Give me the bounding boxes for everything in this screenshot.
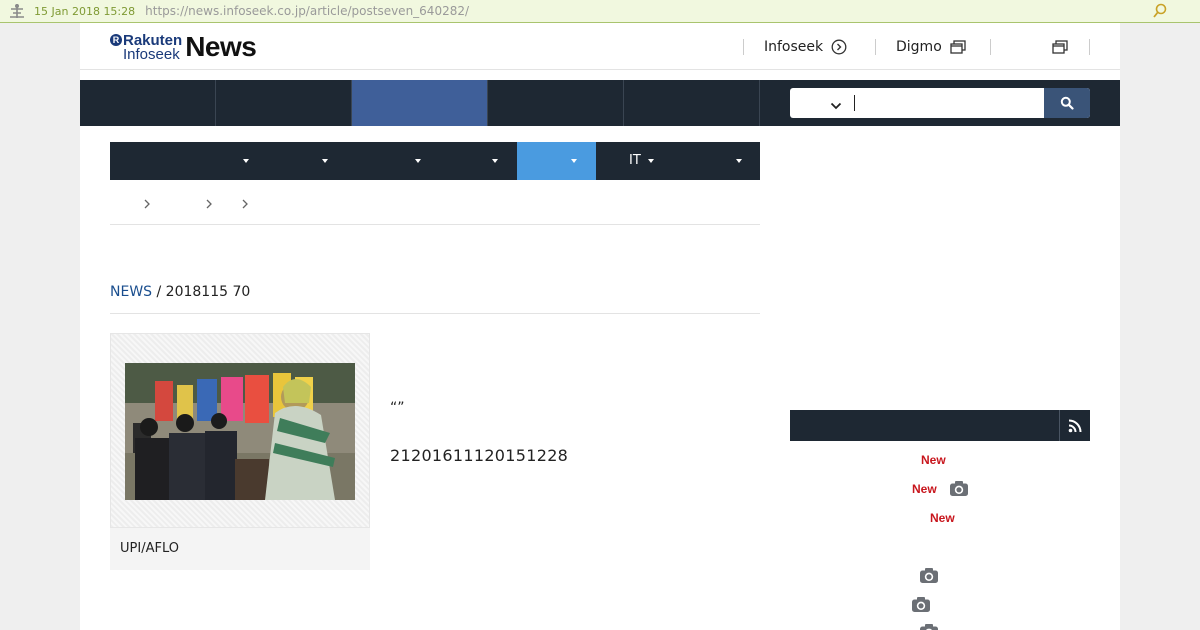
external-link[interactable] — [1052, 39, 1068, 55]
site-header: R Rakuten Infoseek News Infoseek Digmo — [80, 23, 1120, 70]
site-logo[interactable]: R Rakuten Infoseek News — [110, 31, 257, 63]
subnav-item[interactable] — [110, 142, 260, 180]
subnav-it-label[interactable]: IT — [629, 153, 641, 168]
dropdown-triangle-icon — [322, 159, 328, 163]
nav-tab[interactable] — [216, 80, 352, 126]
new-badge: New — [921, 453, 946, 467]
brand-news: News — [185, 31, 257, 62]
infoseek-link-label: Infoseek — [764, 39, 824, 55]
external-window-icon — [1052, 40, 1068, 54]
nav-tab[interactable] — [488, 80, 624, 126]
search-category-select[interactable] — [830, 96, 842, 115]
brand-infoseek: Infoseek — [123, 45, 180, 63]
nav-tab-active[interactable] — [352, 80, 488, 126]
search-button[interactable] — [1044, 88, 1090, 118]
infoseek-link[interactable]: Infoseek — [764, 39, 847, 55]
search-icon — [1060, 96, 1074, 110]
article-photo-box: UPI/AFLO — [110, 333, 370, 570]
new-badge: New — [930, 511, 955, 525]
nav-tab[interactable] — [624, 80, 760, 126]
dropdown-triangle-icon — [648, 159, 654, 163]
dropdown-triangle-icon — [243, 159, 249, 163]
page: R Rakuten Infoseek News Infoseek Digmo I… — [80, 23, 1120, 630]
digmo-link[interactable]: Digmo — [896, 39, 966, 55]
camera-icon — [919, 567, 939, 588]
nav-tab[interactable] — [80, 80, 216, 126]
camera-icon — [919, 623, 939, 630]
sidebar-ranking-header — [790, 410, 1090, 441]
subnav-item-active[interactable] — [517, 142, 596, 180]
article-date: / 2018115 70 — [152, 284, 251, 300]
archive-logo-icon[interactable] — [0, 3, 34, 19]
archive-toolbar: 15 Jan 2018 15:28 https://news.infoseek.… — [0, 0, 1200, 23]
breadcrumb-chevron-icon — [241, 198, 249, 214]
pin-icon[interactable] — [1152, 3, 1168, 23]
article-photo[interactable] — [125, 363, 355, 500]
camera-icon — [911, 596, 931, 617]
rss-icon[interactable] — [1059, 410, 1090, 441]
article-meta: NEWS / 2018115 70 — [110, 284, 250, 300]
search-input[interactable] — [860, 88, 1040, 118]
new-badge: New — [912, 482, 937, 496]
subnav-item[interactable] — [339, 142, 421, 180]
dropdown-triangle-icon — [492, 159, 498, 163]
external-window-icon — [950, 40, 966, 54]
circle-arrow-icon — [831, 39, 847, 55]
dropdown-triangle-icon[interactable] — [736, 159, 742, 163]
breadcrumb-chevron-icon — [205, 198, 213, 214]
breadcrumb-chevron-icon — [143, 198, 151, 214]
header-divider — [1089, 39, 1090, 55]
subnav-item[interactable] — [418, 142, 498, 180]
chevron-down-icon — [830, 102, 842, 110]
header-divider — [875, 39, 876, 55]
divider — [110, 313, 760, 314]
digmo-link-label: Digmo — [896, 39, 942, 55]
main-nav — [80, 80, 1120, 126]
rakuten-r-icon: R — [110, 34, 122, 46]
search-box — [790, 88, 1090, 118]
archive-url[interactable]: https://news.infoseek.co.jp/article/post… — [145, 4, 469, 18]
archive-date: 15 Jan 2018 15:28 — [34, 4, 136, 18]
divider — [110, 224, 760, 225]
header-divider — [743, 39, 744, 55]
dropdown-triangle-icon — [571, 159, 577, 163]
header-divider — [990, 39, 991, 55]
photo-credit: UPI/AFLO — [120, 541, 179, 556]
category-subnav: IT — [110, 142, 760, 180]
article-quote: “” — [390, 400, 405, 416]
camera-icon — [949, 480, 969, 501]
text-cursor — [854, 95, 855, 111]
article-text: 21201611120151228 — [390, 446, 569, 465]
subnav-item[interactable] — [260, 142, 339, 180]
source-link[interactable]: NEWS — [110, 284, 152, 300]
